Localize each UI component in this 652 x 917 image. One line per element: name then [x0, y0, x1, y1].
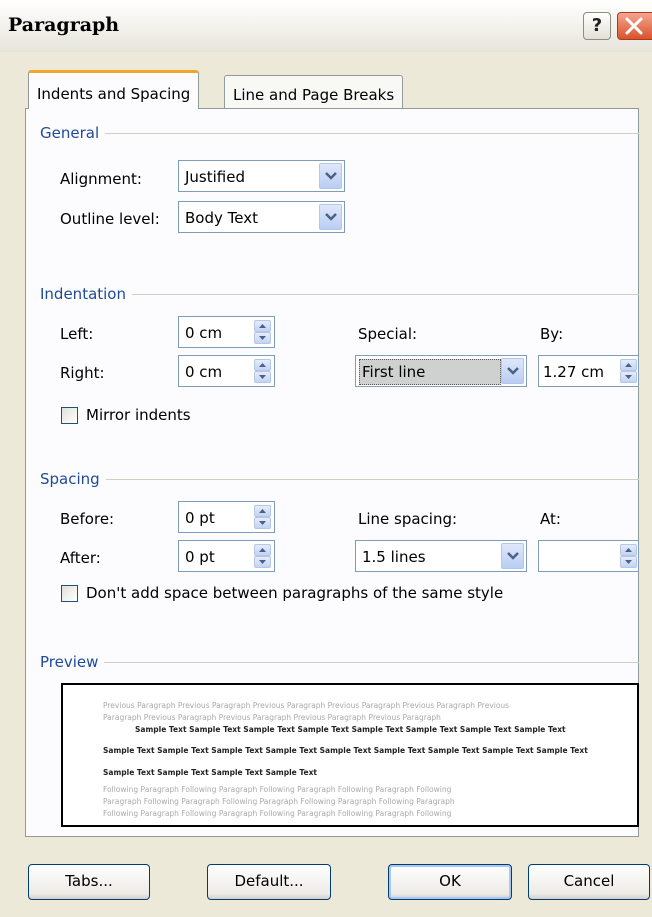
left-indent-spinner[interactable]: 0 cm	[178, 316, 275, 348]
tab-line-and-page-breaks[interactable]: Line and Page Breaks	[224, 75, 404, 108]
spin-down-icon	[625, 375, 632, 379]
spin-down-icon	[259, 560, 266, 564]
right-indent-spinner[interactable]: 0 cm	[178, 355, 275, 387]
spin-up-icon	[259, 509, 266, 513]
left-indent-down-button[interactable]	[254, 332, 271, 344]
preview-header: Preview	[40, 653, 105, 671]
after-up-button[interactable]	[254, 544, 271, 556]
preview-sample-line: Sample Text Sample Text Sample Text Samp…	[135, 725, 566, 734]
left-indent-label: Left:	[60, 325, 94, 343]
after-down-button[interactable]	[254, 556, 271, 568]
chevron-down-icon	[507, 367, 519, 375]
right-indent-down-button[interactable]	[254, 371, 271, 383]
line-spacing-dropdown-button[interactable]	[501, 543, 524, 569]
alignment-dropdown-button[interactable]	[319, 163, 342, 189]
alignment-value: Justified	[185, 168, 245, 186]
special-value: First line	[362, 363, 426, 381]
after-value: 0 pt	[185, 548, 215, 566]
spin-down-icon	[259, 336, 266, 340]
preview-box: Previous Paragraph Previous Paragraph Pr…	[61, 683, 639, 827]
right-indent-label: Right:	[60, 364, 105, 382]
spin-down-icon	[625, 560, 632, 564]
dont-add-space-checkbox[interactable]	[61, 585, 78, 602]
at-down-button[interactable]	[620, 556, 637, 568]
default-button-label: Default...	[234, 872, 304, 890]
by-value: 1.27 cm	[543, 363, 605, 381]
default-button[interactable]: Default...	[207, 864, 331, 900]
tab-label: Line and Page Breaks	[233, 86, 395, 104]
left-indent-value: 0 cm	[185, 324, 223, 342]
chevron-down-icon	[507, 552, 519, 560]
preview-previous-line: Previous Paragraph Previous Paragraph Pr…	[103, 701, 510, 710]
general-header: General	[40, 124, 106, 142]
tabs-button[interactable]: Tabs...	[28, 864, 150, 900]
cancel-button-label: Cancel	[563, 872, 615, 890]
at-up-button[interactable]	[620, 544, 637, 556]
right-indent-up-button[interactable]	[254, 359, 271, 371]
indentation-header: Indentation	[40, 285, 132, 303]
outline-level-label: Outline level:	[60, 210, 160, 228]
chevron-down-icon	[325, 172, 337, 180]
preview-following-line: Following Paragraph Following Paragraph …	[103, 785, 452, 794]
window-title: Paragraph	[8, 14, 120, 36]
alignment-select[interactable]: Justified	[178, 160, 345, 192]
by-down-button[interactable]	[620, 371, 637, 383]
help-icon: ?	[591, 15, 603, 36]
spacing-header: Spacing	[40, 470, 106, 488]
spin-down-icon	[259, 375, 266, 379]
before-label: Before:	[60, 510, 115, 528]
by-label: By:	[540, 325, 564, 343]
before-spinner[interactable]: 0 pt	[178, 501, 275, 533]
close-icon	[625, 17, 643, 35]
spin-up-icon	[259, 363, 266, 367]
preview-following-line: Following Paragraph Following Paragraph …	[103, 809, 452, 818]
special-select[interactable]: First line	[355, 355, 527, 387]
outline-level-select[interactable]: Body Text	[178, 201, 345, 233]
ok-button[interactable]: OK	[388, 864, 512, 900]
tab-indents-and-spacing[interactable]: Indents and Spacing	[28, 70, 200, 109]
at-label: At:	[540, 510, 561, 528]
preview-sample-line: Sample Text Sample Text Sample Text Samp…	[103, 768, 318, 777]
by-up-button[interactable]	[620, 359, 637, 371]
spin-up-icon	[625, 548, 632, 552]
tab-label: Indents and Spacing	[37, 85, 191, 103]
spin-down-icon	[259, 521, 266, 525]
spin-up-icon	[259, 548, 266, 552]
ok-button-label: OK	[439, 872, 461, 890]
special-label: Special:	[358, 325, 418, 343]
after-spinner[interactable]: 0 pt	[178, 540, 275, 572]
before-down-button[interactable]	[254, 517, 271, 529]
line-spacing-label: Line spacing:	[358, 510, 458, 528]
tabs-button-label: Tabs...	[65, 872, 113, 890]
help-button[interactable]: ?	[583, 12, 611, 40]
spin-up-icon	[625, 363, 632, 367]
chevron-down-icon	[325, 213, 337, 221]
at-spinner[interactable]	[538, 540, 639, 572]
preview-divider	[40, 662, 639, 663]
before-value: 0 pt	[185, 509, 215, 527]
before-up-button[interactable]	[254, 505, 271, 517]
outline-level-dropdown-button[interactable]	[319, 204, 342, 230]
alignment-label: Alignment:	[60, 170, 142, 188]
cancel-button[interactable]: Cancel	[528, 864, 650, 900]
preview-sample-line: Sample Text Sample Text Sample Text Samp…	[103, 746, 588, 755]
preview-previous-line: Paragraph Previous Paragraph Previous Pa…	[103, 713, 441, 722]
title-bar[interactable]: Paragraph ?	[0, 0, 652, 53]
spin-up-icon	[259, 324, 266, 328]
right-indent-value: 0 cm	[185, 363, 223, 381]
mirror-indents-checkbox[interactable]	[61, 407, 78, 424]
by-spinner[interactable]: 1.27 cm	[538, 355, 639, 387]
outline-level-value: Body Text	[185, 209, 258, 227]
after-label: After:	[60, 549, 101, 567]
preview-following-line: Paragraph Following Paragraph Following …	[103, 797, 455, 806]
line-spacing-select[interactable]: 1.5 lines	[355, 540, 527, 572]
dont-add-space-label[interactable]: Don't add space between paragraphs of th…	[86, 584, 503, 602]
special-dropdown-button[interactable]	[501, 358, 524, 384]
left-indent-up-button[interactable]	[254, 320, 271, 332]
mirror-indents-label[interactable]: Mirror indents	[86, 406, 191, 424]
spacing-divider	[40, 479, 639, 480]
general-divider	[40, 133, 639, 134]
close-button[interactable]	[617, 12, 652, 40]
line-spacing-value: 1.5 lines	[362, 548, 426, 566]
